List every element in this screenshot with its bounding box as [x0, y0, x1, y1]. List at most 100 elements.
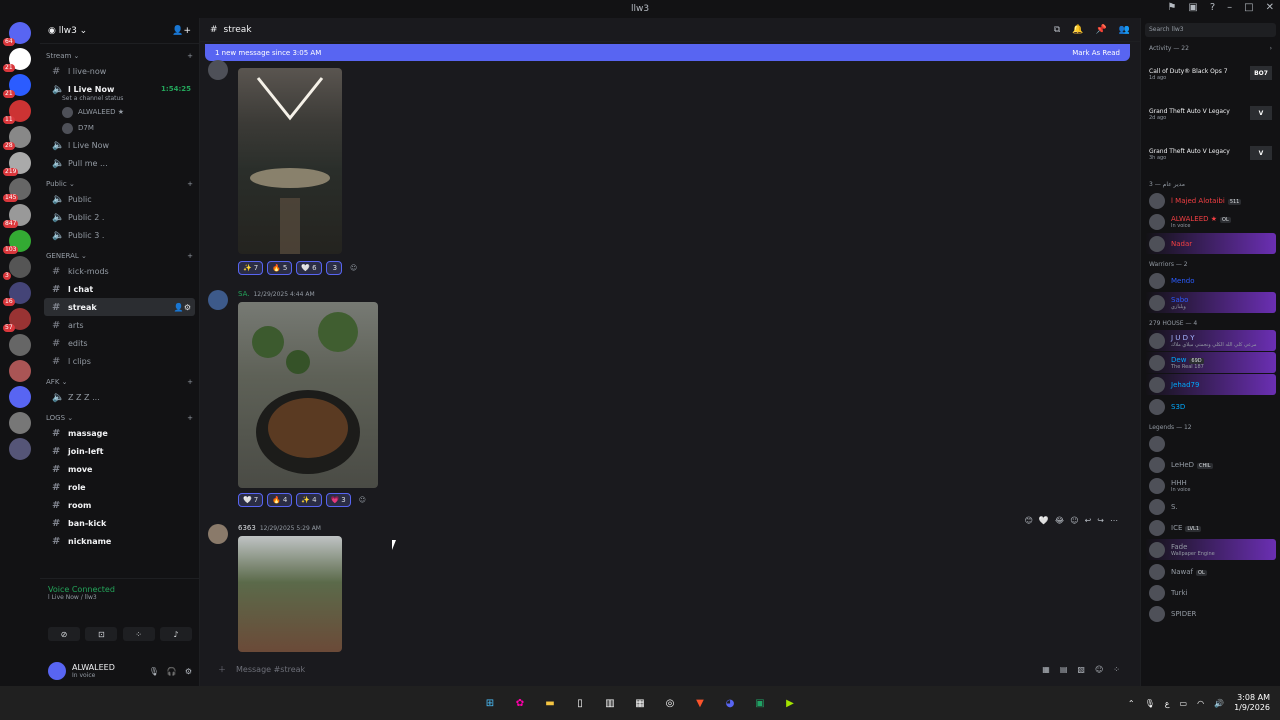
author-name[interactable]: 6363: [238, 524, 256, 532]
image-attachment[interactable]: [238, 536, 342, 652]
server-icon[interactable]: 3: [3, 256, 31, 280]
laugh-react-icon[interactable]: 😂: [1055, 516, 1064, 525]
file-explorer-icon[interactable]: ▬: [542, 695, 558, 711]
server-icon[interactable]: 57: [3, 308, 31, 332]
minimize-icon[interactable]: –: [1227, 2, 1232, 13]
member-item[interactable]: Fade Wallpaper Engine: [1145, 539, 1276, 560]
plus-icon[interactable]: +: [187, 180, 193, 188]
plus-icon[interactable]: +: [187, 52, 193, 60]
members-icon[interactable]: 👥: [1119, 25, 1130, 35]
screenshare-icon[interactable]: ⊡: [85, 627, 118, 641]
network-icon[interactable]: ▭: [1180, 699, 1188, 708]
help-icon[interactable]: ?: [1210, 2, 1215, 13]
activity-card[interactable]: Grand Theft Auto V Legacy 3h ago V: [1145, 136, 1276, 174]
plus-icon[interactable]: +: [187, 378, 193, 386]
channel-item[interactable]: 🔈 Public: [44, 190, 195, 208]
member-item[interactable]: LeHeD CHIL: [1141, 454, 1280, 475]
reply-icon[interactable]: ↩: [1085, 516, 1092, 525]
server-icon[interactable]: [9, 412, 31, 434]
reaction-pill[interactable]: 🔥 4: [267, 493, 293, 507]
server-icon[interactable]: [9, 438, 31, 460]
category-header[interactable]: LOGS ⌄ +: [40, 412, 199, 424]
emoji-react-icon[interactable]: 😊: [1025, 516, 1033, 525]
threads-icon[interactable]: ⧉: [1054, 25, 1060, 35]
channel-item[interactable]: # role: [44, 478, 195, 496]
close-icon[interactable]: ✕: [1266, 2, 1274, 13]
category-header[interactable]: GENERAL ⌄ +: [40, 250, 199, 262]
member-item[interactable]: S.: [1141, 496, 1280, 517]
avatar[interactable]: [208, 60, 228, 80]
channel-item[interactable]: 🔈 Pull me ...: [44, 154, 195, 172]
voice-connected-title[interactable]: Voice Connected: [48, 585, 192, 594]
maximize-icon[interactable]: □: [1244, 2, 1253, 13]
channel-item[interactable]: # kick-mods: [44, 262, 195, 280]
server-icon[interactable]: 847: [3, 204, 31, 228]
server-icon[interactable]: 21: [3, 74, 31, 98]
inbox-icon[interactable]: ▣: [1188, 2, 1197, 13]
mark-as-read-button[interactable]: Mark As Read: [1072, 49, 1120, 57]
chrome-icon[interactable]: ◎: [662, 695, 678, 711]
avatar[interactable]: [48, 662, 66, 680]
channel-item[interactable]: # room: [44, 496, 195, 514]
reaction-pill[interactable]: 🤍 6: [296, 261, 322, 275]
category-header[interactable]: Public ⌄ +: [40, 178, 199, 190]
add-reaction-icon[interactable]: ☺: [1070, 516, 1078, 525]
member-item[interactable]: HHH In voice: [1141, 475, 1280, 496]
invite-icon[interactable]: 👤+: [172, 26, 191, 36]
message-input[interactable]: Message #streak: [236, 665, 305, 674]
channel-item[interactable]: # arts: [44, 316, 195, 334]
server-icon[interactable]: 64: [3, 22, 31, 46]
reaction-pill[interactable]: ✨ 4: [296, 493, 322, 507]
channel-item[interactable]: 🔈 l Live Now 1:54:25: [44, 80, 195, 98]
plus-icon[interactable]: +: [187, 252, 193, 260]
category-header[interactable]: AFK ⌄ +: [40, 376, 199, 388]
notepad-icon[interactable]: ▯: [572, 695, 588, 711]
member-item[interactable]: ALWALEED ★ OL In voice: [1141, 211, 1280, 232]
language-indicator[interactable]: ع: [1165, 699, 1170, 708]
reaction-pill[interactable]: 🤍 7: [238, 493, 264, 507]
more-icon[interactable]: ⋯: [1110, 516, 1118, 525]
server-icon[interactable]: 145: [3, 178, 31, 202]
avatar[interactable]: [208, 524, 228, 544]
new-messages-bar[interactable]: 1 new message since 3:05 AM Mark As Read: [205, 44, 1130, 61]
search-input[interactable]: Search llw3: [1145, 23, 1276, 37]
windows-start-icon[interactable]: ⊞: [482, 695, 498, 711]
voice-user[interactable]: D7M: [40, 120, 199, 136]
add-reaction-icon[interactable]: ☺: [346, 261, 361, 275]
reaction-pill[interactable]: ✨ 7: [238, 261, 264, 275]
channel-item[interactable]: 🔈 Public 2 .: [44, 208, 195, 226]
activity-card[interactable]: Call of Duty® Black Ops 7 1d ago BO7: [1145, 56, 1276, 94]
member-item[interactable]: Jehad79: [1145, 374, 1276, 395]
copilot-icon[interactable]: ✿: [512, 695, 528, 711]
bell-icon[interactable]: 🔔: [1072, 25, 1083, 35]
channel-item[interactable]: # join-left: [44, 442, 195, 460]
clock[interactable]: 3:08 AM 1/9/2026: [1234, 693, 1270, 713]
plus-icon[interactable]: +: [187, 414, 193, 422]
channel-item[interactable]: # nickname: [44, 532, 195, 550]
member-item[interactable]: SPIDER: [1141, 603, 1280, 624]
member-item[interactable]: [1141, 433, 1280, 454]
server-icon[interactable]: 219: [3, 152, 31, 176]
emoji-icon[interactable]: ☺: [1095, 665, 1103, 674]
server-icon[interactable]: 21: [3, 48, 31, 72]
image-attachment[interactable]: [238, 68, 342, 254]
apps-icon[interactable]: ⁘: [1113, 665, 1120, 674]
member-item[interactable]: Nawaf OL: [1141, 561, 1280, 582]
channel-item[interactable]: # ban-kick: [44, 514, 195, 532]
channel-item[interactable]: # l clips: [44, 352, 195, 370]
heart-react-icon[interactable]: 🤍: [1039, 516, 1049, 525]
forward-icon[interactable]: ↪: [1097, 516, 1104, 525]
server-icon[interactable]: 11: [3, 100, 31, 124]
reaction-pill[interactable]: 💗 3: [325, 493, 351, 507]
channel-item[interactable]: # move: [44, 460, 195, 478]
author-name[interactable]: SA.: [238, 290, 249, 298]
member-item[interactable]: Nadar: [1145, 233, 1276, 254]
server-icon[interactable]: [9, 360, 31, 382]
channel-item[interactable]: # massage: [44, 424, 195, 442]
channel-item[interactable]: # l chat: [44, 280, 195, 298]
server-icon[interactable]: [9, 334, 31, 356]
category-header[interactable]: Stream ⌄ +: [40, 50, 199, 62]
chevron-right-icon[interactable]: ›: [1270, 45, 1272, 52]
excel-icon[interactable]: ▣: [752, 695, 768, 711]
mic-icon[interactable]: 🎙: [149, 667, 159, 676]
